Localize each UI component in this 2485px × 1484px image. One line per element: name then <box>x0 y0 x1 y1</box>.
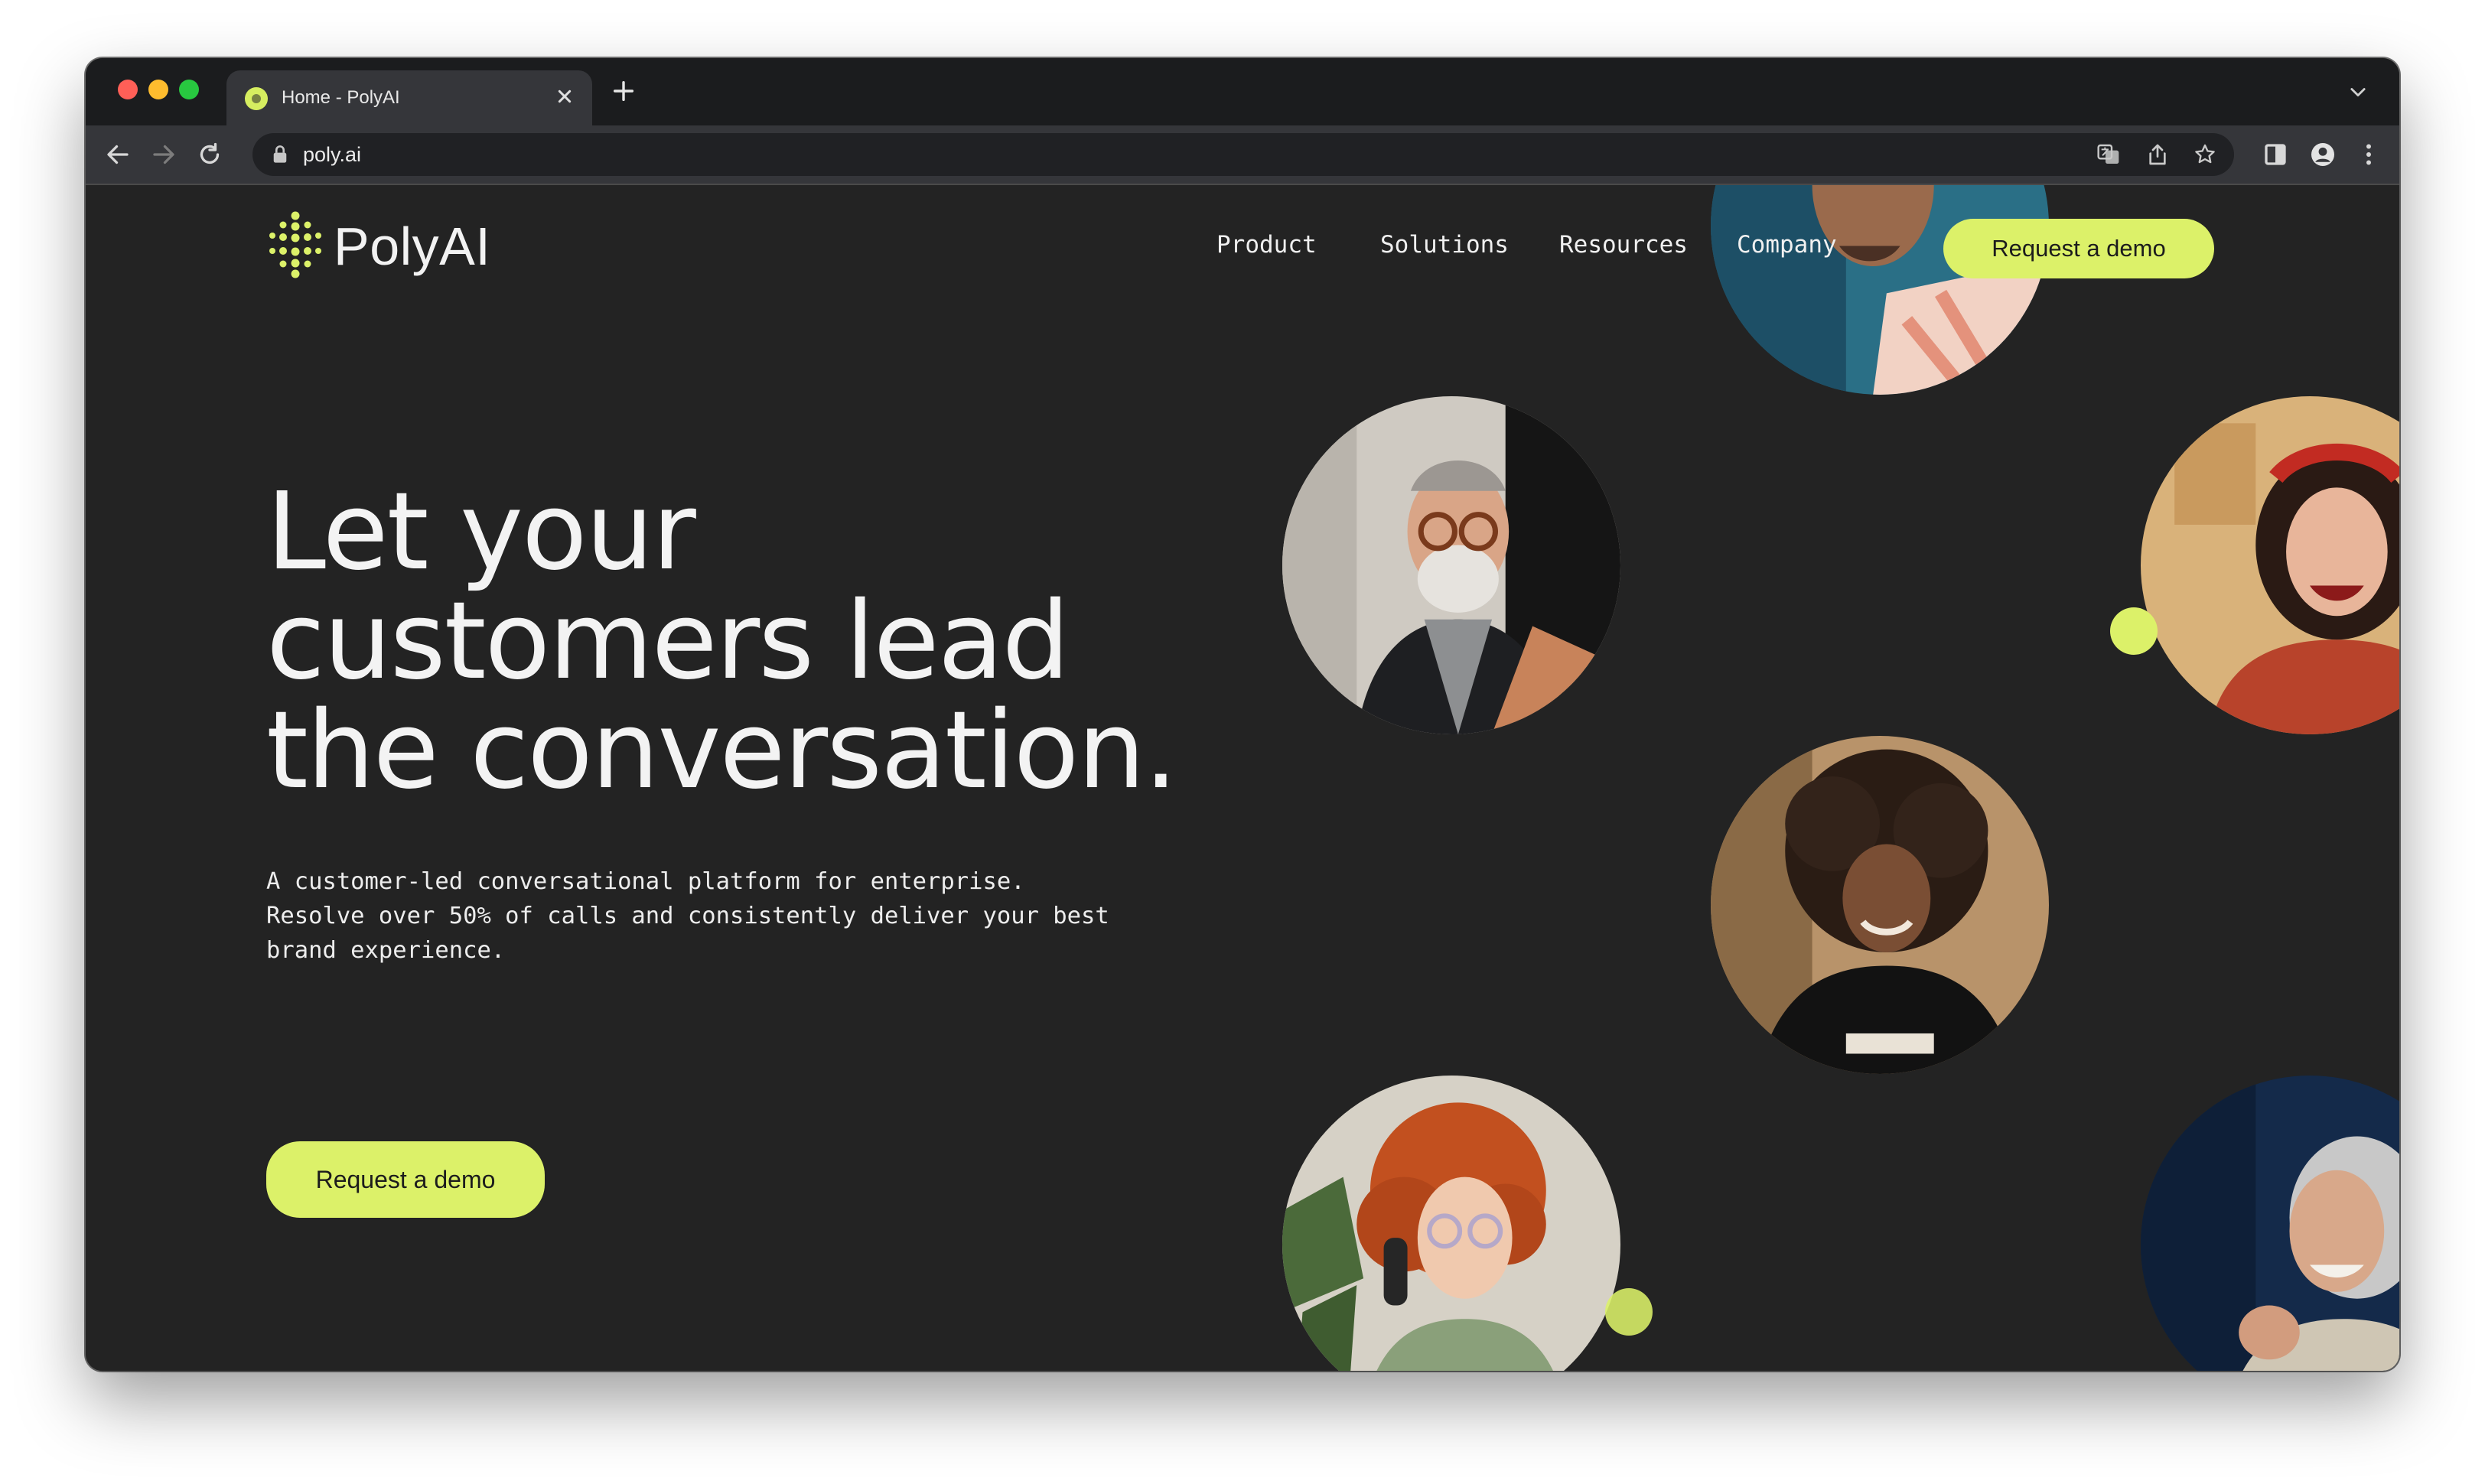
polyai-logo[interactable]: PolyAI <box>266 208 511 282</box>
tab-strip: Home - PolyAI <box>86 58 2399 125</box>
photo-redhead-woman-phone <box>1282 1076 1620 1371</box>
browser-tab-active[interactable]: Home - PolyAI <box>226 70 592 125</box>
accent-dot <box>1605 1288 1653 1336</box>
share-icon[interactable] <box>2145 142 2170 167</box>
side-panel-icon[interactable] <box>2262 141 2289 168</box>
window-maximize-button[interactable] <box>179 80 199 99</box>
more-menu-icon[interactable] <box>2355 141 2382 168</box>
nav-request-demo-button[interactable]: Request a demo <box>1943 219 2214 278</box>
accent-dot <box>2110 607 2158 655</box>
bookmark-star-icon[interactable] <box>2193 142 2217 167</box>
page-viewport: PolyAI Product Solutions Resources Compa… <box>86 185 2399 1371</box>
translate-icon[interactable] <box>2096 142 2121 167</box>
lock-icon[interactable] <box>271 145 289 164</box>
polyai-logo-mark-icon <box>269 211 321 278</box>
hero-heading-line: Let your <box>266 470 696 594</box>
forward-arrow-icon[interactable] <box>150 141 178 168</box>
hero-heading-line: customers lead <box>266 579 1070 704</box>
hero-heading-line: the conversation. <box>266 688 1178 813</box>
photo-older-man-laptop <box>1282 396 1620 734</box>
nav-resources[interactable]: Resources <box>1559 231 1688 259</box>
plus-icon[interactable] <box>611 78 637 104</box>
hero-subtitle-line: A customer-led conversational platform f… <box>266 868 1025 895</box>
logo-wordmark: PolyAI <box>334 216 491 276</box>
photo-older-woman-smiling <box>2141 1076 2399 1371</box>
photo-man-with-glasses <box>1711 185 2049 395</box>
browser-toolbar: poly.ai <box>86 125 2399 184</box>
chevron-down-icon[interactable] <box>2347 81 2369 103</box>
url-text[interactable]: poly.ai <box>303 143 361 167</box>
hero-subtitle: A customer-led conversational platform f… <box>266 864 1215 968</box>
profile-icon[interactable] <box>2309 141 2337 168</box>
address-bar[interactable]: poly.ai <box>252 133 2234 176</box>
reload-icon[interactable] <box>196 141 223 168</box>
nav-solutions[interactable]: Solutions <box>1380 231 1509 259</box>
hero-subtitle-line: Resolve over 50% of calls and consistent… <box>266 903 1109 929</box>
hero-subtitle-line: brand experience. <box>266 937 506 964</box>
hero-request-demo-button[interactable]: Request a demo <box>266 1141 545 1218</box>
photo-woman-red-headband <box>2141 396 2399 734</box>
photo-woman-curly-hair <box>1711 736 2049 1074</box>
close-icon[interactable] <box>552 84 577 109</box>
back-arrow-icon[interactable] <box>104 141 132 168</box>
nav-company[interactable]: Company <box>1737 231 1837 259</box>
polyai-favicon-icon <box>245 87 268 110</box>
nav-product[interactable]: Product <box>1216 231 1317 259</box>
window-minimize-button[interactable] <box>148 80 168 99</box>
hero-heading: Let your customers lead the conversation… <box>266 477 1276 805</box>
window-close-button[interactable] <box>118 80 138 99</box>
browser-window: Home - PolyAI poly.ai PolyAI Product Sol… <box>86 58 2399 1371</box>
tab-title: Home - PolyAI <box>282 87 400 108</box>
